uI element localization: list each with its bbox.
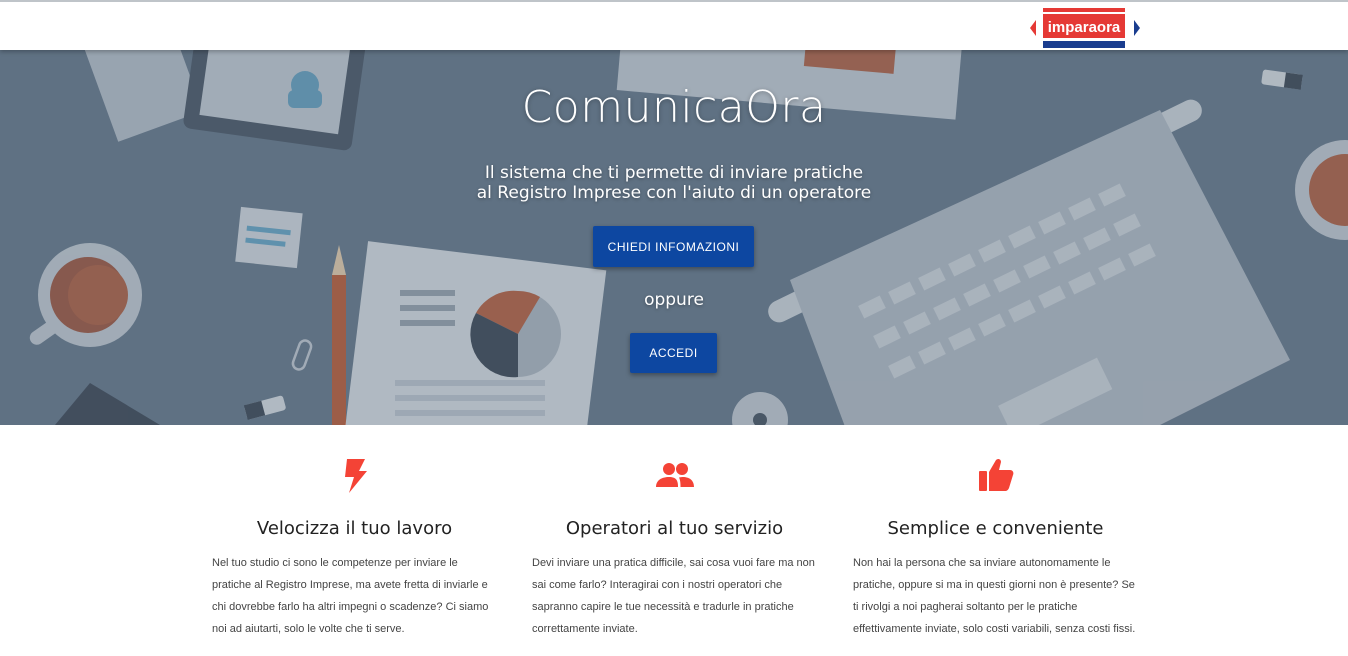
hero-subtitle-line-1: Il sistema che ti permette di inviare pr…	[484, 163, 864, 183]
feature-title: Velocizza il tuo lavoro	[256, 518, 453, 539]
feature-title: Operatori al tuo servizio	[565, 518, 784, 539]
request-info-button[interactable]: CHIEDI INFOMAZIONI	[593, 226, 754, 267]
hero-subtitle-line-2: al Registro Imprese con l'aiuto di un op…	[476, 183, 872, 203]
hero-banner: ComunicaOra Il sistema che ti permette d…	[0, 50, 1348, 425]
top-navbar: imparaora	[0, 0, 1348, 50]
feature-operators: Operatori al tuo servizio Devi inviare u…	[532, 455, 817, 640]
feature-title: Semplice e conveniente	[887, 518, 1104, 539]
login-button[interactable]: ACCEDI	[630, 333, 717, 373]
thumbs-up-icon	[978, 458, 1013, 491]
logo-text: imparaora	[1048, 19, 1121, 36]
hero-subtitle: Il sistema che ti permette di inviare pr…	[0, 163, 1348, 203]
feature-text: Non hai la persona che sa inviare autono…	[853, 557, 1136, 635]
hero-title: ComunicaOra	[521, 82, 827, 133]
people-group-icon	[655, 463, 694, 487]
feature-text: Devi inviare una pratica difficile, sai …	[532, 557, 815, 635]
feature-convenient: Semplice e conveniente Non hai la person…	[853, 455, 1138, 640]
feature-speed: Velocizza il tuo lavoro Nel tuo studio c…	[212, 455, 497, 640]
imparaora-logo[interactable]: imparaora	[1030, 7, 1140, 49]
feature-text: Nel tuo studio ci sono le competenze per…	[212, 557, 489, 635]
lightning-bolt-icon	[344, 459, 367, 493]
or-separator-text: oppure	[644, 290, 704, 310]
